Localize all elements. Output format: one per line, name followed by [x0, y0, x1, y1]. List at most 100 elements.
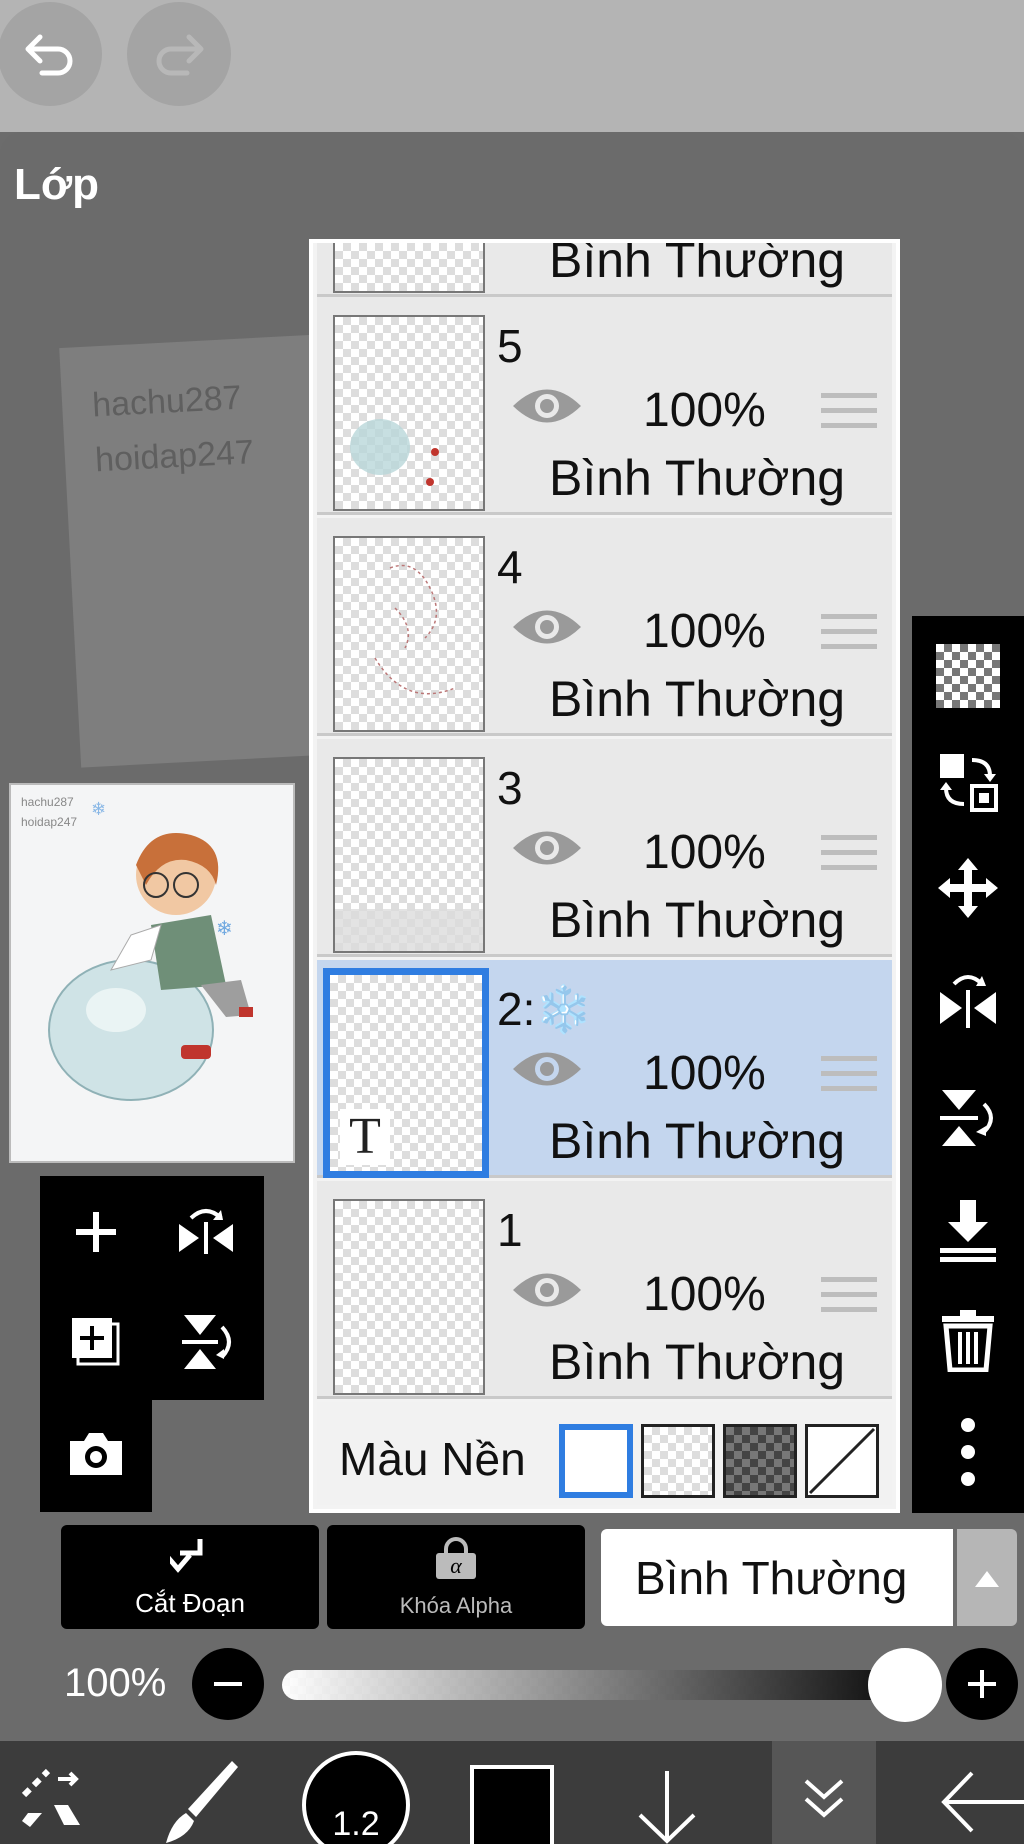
layer-screen: Lớp hachu287 hoidap247 hachu287 hoidap24…	[0, 0, 1024, 1844]
eye-icon[interactable]	[509, 1265, 585, 1315]
layer-tools-right	[912, 616, 1024, 1513]
slash-icon	[808, 1427, 876, 1495]
layer-blend-mode: Bình Thường	[549, 239, 846, 288]
swap-icon	[940, 754, 998, 812]
brush-size-value: 1.2	[332, 1805, 380, 1843]
layer-row-1[interactable]: 1 100% Bình Thường	[317, 1181, 892, 1399]
layer-5-thumb-art	[350, 419, 439, 486]
bg-option-dark-checker[interactable]	[723, 1424, 797, 1498]
flip-vertical-button[interactable]	[160, 1296, 252, 1388]
drag-handle-icon[interactable]	[821, 835, 877, 880]
eye-icon[interactable]	[509, 1044, 585, 1094]
back-arrow-icon[interactable]	[936, 1767, 1024, 1837]
text-layer-badge: T	[340, 1109, 390, 1165]
layer-list[interactable]: Bình Thường 5 100% Bình Thường 4 100% Bì…	[309, 239, 900, 1513]
bg-option-white[interactable]	[559, 1424, 633, 1498]
double-chevron-down-icon	[804, 1779, 844, 1818]
layer-thumbnail	[333, 1199, 485, 1395]
merge-down-button[interactable]	[932, 1194, 1004, 1266]
flip-vertical-right-button[interactable]	[932, 1082, 1004, 1154]
layer-blend-mode: Bình Thường	[549, 1334, 846, 1390]
bottom-toolbar: 1.2	[0, 1741, 1024, 1844]
transform-tool-icon[interactable]	[18, 1765, 88, 1835]
layer-row-5[interactable]: 5 100% Bình Thường	[317, 297, 892, 515]
move-button[interactable]	[932, 852, 1004, 924]
delete-layer-button[interactable]	[932, 1304, 1004, 1376]
blend-mode-dropdown-button[interactable]	[957, 1529, 1017, 1626]
layer-row-2[interactable]: T 2:❄️ 100% Bình Thường	[317, 960, 892, 1178]
color-swatch-button[interactable]	[470, 1765, 554, 1844]
undo-button[interactable]	[0, 2, 102, 106]
drag-handle-icon[interactable]	[821, 614, 877, 659]
move-layer-content-button[interactable]	[932, 746, 1004, 818]
clip-label: Cắt Đoạn	[135, 1588, 245, 1618]
layer-tools-left	[40, 1176, 264, 1512]
layer-opacity[interactable]: 100%	[643, 383, 766, 438]
bg-option-transparent[interactable]	[641, 1424, 715, 1498]
checker-icon	[936, 644, 1000, 708]
canvas-watermark-line2: hoidap247	[94, 433, 255, 480]
flip-horizontal-icon	[179, 1209, 233, 1254]
eye-icon[interactable]	[509, 602, 585, 652]
layer-row-3[interactable]: 3 100% Bình Thường	[317, 739, 892, 957]
alpha-lock-button[interactable]: α Khóa Alpha	[327, 1525, 585, 1629]
opacity-slider-knob[interactable]	[868, 1648, 942, 1722]
flip-vertical-icon	[182, 1315, 231, 1369]
brush-size-button[interactable]: 1.2	[302, 1751, 410, 1844]
minus-icon	[214, 1682, 242, 1686]
layer-row-partial[interactable]: Bình Thường	[317, 239, 892, 297]
layer-thumbnail	[333, 536, 485, 732]
layer-thumbnail: T	[323, 968, 489, 1178]
more-options-button[interactable]	[932, 1416, 1004, 1488]
background-color-row: Màu Nền	[317, 1402, 892, 1505]
arrow-down-icon[interactable]	[632, 1767, 702, 1844]
camera-button[interactable]	[50, 1408, 142, 1500]
opacity-decrease-button[interactable]	[192, 1648, 264, 1720]
layer-4-thumb-art	[374, 564, 456, 695]
more-vertical-icon	[961, 1418, 975, 1486]
triangle-up-icon	[975, 1571, 999, 1587]
brush-icon[interactable]	[160, 1757, 240, 1844]
trash-icon	[942, 1310, 994, 1372]
merge-down-icon	[940, 1200, 996, 1262]
undo-icon	[25, 34, 73, 76]
snowflake-emoji: ❄️	[535, 983, 593, 1035]
layer-opacity[interactable]: 100%	[643, 825, 766, 880]
flip-horizontal-icon	[940, 975, 996, 1028]
layer-row-4[interactable]: 4 100% Bình Thường	[317, 518, 892, 736]
add-layer-button[interactable]	[50, 1186, 142, 1278]
opacity-increase-button[interactable]	[946, 1648, 1018, 1720]
canvas-preview[interactable]: hachu287 hoidap247 ❄ ❄	[9, 783, 295, 1163]
drag-handle-icon[interactable]	[821, 393, 877, 438]
drag-handle-icon[interactable]	[821, 1056, 877, 1101]
layer-blend-mode: Bình Thường	[549, 1113, 846, 1169]
layer-opacity[interactable]: 100%	[643, 604, 766, 659]
canvas-watermark-line1: hachu287	[91, 378, 243, 425]
transparency-button[interactable]	[932, 640, 1004, 712]
layer-blend-mode: Bình Thường	[549, 450, 846, 506]
eye-icon[interactable]	[509, 381, 585, 431]
move-icon	[938, 858, 998, 918]
layer-opacity[interactable]: 100%	[643, 1267, 766, 1322]
layer-thumbnail	[333, 243, 485, 293]
svg-text:❄: ❄	[91, 799, 106, 819]
eye-icon[interactable]	[509, 823, 585, 873]
layer-name: 1	[497, 1204, 523, 1256]
opacity-slider[interactable]	[282, 1670, 932, 1700]
redo-button[interactable]	[127, 2, 231, 106]
blend-mode-value: Bình Thường	[635, 1552, 908, 1604]
collapse-button[interactable]	[772, 1741, 876, 1844]
flip-horizontal-button[interactable]	[160, 1186, 252, 1278]
alpha-symbol: α	[436, 1553, 476, 1579]
alpha-lock-label: Khóa Alpha	[399, 1593, 513, 1618]
layer-opacity[interactable]: 100%	[643, 1046, 766, 1101]
clip-button[interactable]: Cắt Đoạn	[61, 1525, 319, 1629]
drag-handle-icon[interactable]	[821, 1277, 877, 1322]
opacity-label: 100%	[64, 1661, 167, 1705]
bg-option-none[interactable]	[805, 1424, 879, 1498]
layer-blend-mode: Bình Thường	[549, 671, 846, 727]
blend-mode-select[interactable]: Bình Thường	[601, 1529, 953, 1626]
flip-horizontal-right-button[interactable]	[932, 964, 1004, 1036]
duplicate-layer-button[interactable]	[50, 1296, 142, 1388]
top-bar	[0, 0, 1024, 132]
